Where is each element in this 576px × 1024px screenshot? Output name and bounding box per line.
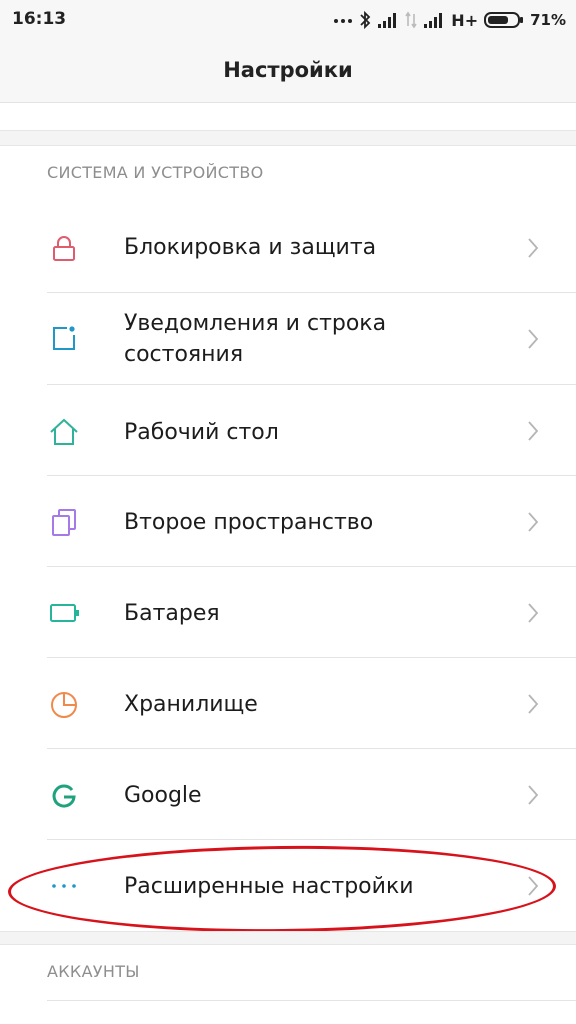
network-type: H+ [451, 10, 479, 30]
chevron-right-icon [526, 602, 540, 624]
page-title: Настройки [223, 58, 353, 82]
settings-item-label: Уведомления и строка состояния [124, 311, 387, 367]
storage-pie-icon [48, 689, 80, 721]
second-space-icon [48, 506, 80, 538]
signal-icon [377, 11, 399, 29]
status-time: 16:13 [12, 9, 67, 29]
section-header-accounts: АККАУНТЫ [47, 962, 140, 981]
settings-item-label: Второе пространство [124, 510, 374, 535]
app-bar: Настройки [0, 42, 576, 103]
home-icon [48, 416, 80, 448]
settings-item-notifications[interactable]: Уведомления и строка состояния [0, 293, 576, 384]
settings-item-label: Батарея [124, 601, 220, 626]
chevron-right-icon [526, 328, 540, 350]
settings-item-desktop[interactable]: Рабочий стол [0, 385, 576, 476]
settings-item-second-space[interactable]: Второе пространство [0, 476, 576, 567]
settings-item-label: Рабочий стол [124, 420, 279, 445]
top-spacer [0, 103, 576, 129]
google-icon [48, 780, 80, 812]
settings-item-label: Хранилище [124, 692, 258, 717]
settings-item-label: Google [124, 783, 202, 808]
battery-icon [484, 11, 524, 29]
settings-item-lock[interactable]: Блокировка и защита [0, 202, 576, 293]
divider [47, 1000, 576, 1001]
settings-item-storage[interactable]: Хранилище [0, 658, 576, 749]
data-transfer-icon [405, 10, 417, 30]
signal-icon-2 [423, 11, 445, 29]
chevron-right-icon [526, 237, 540, 259]
settings-item-label: Блокировка и защита [124, 235, 377, 260]
chevron-right-icon [526, 693, 540, 715]
more-dots-icon [48, 870, 80, 902]
battery-icon [48, 597, 80, 629]
section-separator [0, 931, 576, 945]
settings-item-label: Расширенные настройки [124, 874, 414, 899]
lock-icon [48, 232, 80, 264]
more-dots-icon [333, 16, 353, 24]
chevron-right-icon [526, 784, 540, 806]
battery-percent: 71% [530, 11, 566, 29]
chevron-right-icon [526, 875, 540, 897]
section-separator [0, 130, 576, 146]
status-icons: H+ 71% [333, 8, 566, 32]
settings-item-advanced[interactable]: Расширенные настройки [0, 840, 576, 931]
notification-icon [48, 322, 80, 354]
chevron-right-icon [526, 511, 540, 533]
status-bar: 16:13 H+ 71% [0, 0, 576, 42]
section-header-system: СИСТЕМА И УСТРОЙСТВО [47, 163, 264, 182]
settings-item-battery[interactable]: Батарея [0, 567, 576, 658]
bluetooth-icon [359, 10, 371, 30]
settings-item-google[interactable]: Google [0, 749, 576, 840]
chevron-right-icon [526, 420, 540, 442]
